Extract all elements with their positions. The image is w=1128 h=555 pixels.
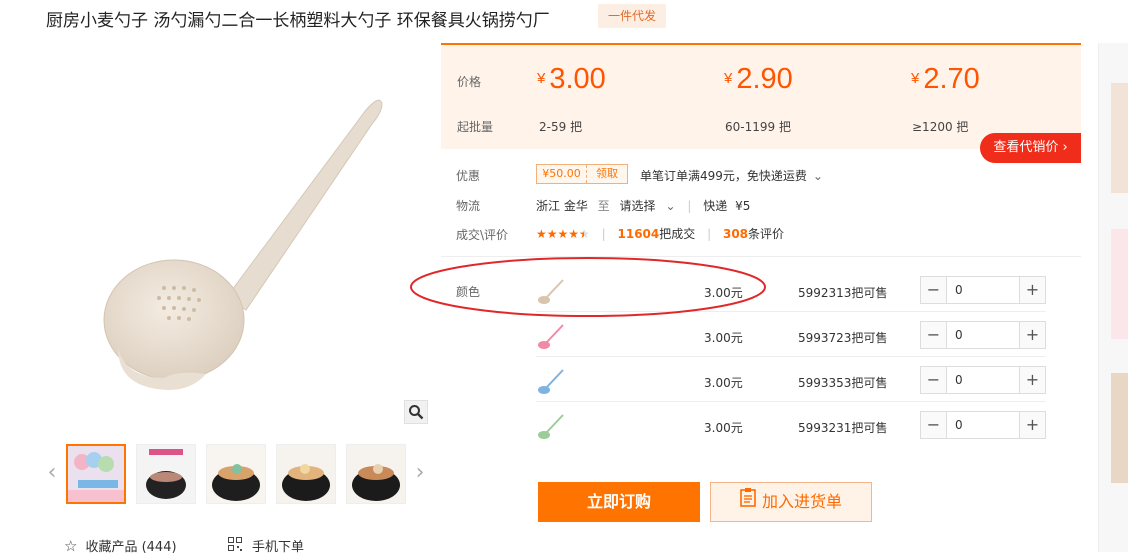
quantity-stepper[interactable]: − + xyxy=(920,411,1046,439)
sku-row: 3.00元 5993231把可售 − + xyxy=(536,403,1046,447)
tier-qty: 2-59 把 xyxy=(539,120,583,134)
reviews-count[interactable]: 308 xyxy=(723,227,748,241)
promo-label: 优惠 xyxy=(456,169,481,183)
rating-stars[interactable]: ★★★★★★ xyxy=(536,227,590,241)
mobile-order-button[interactable]: 手机下单 xyxy=(228,536,304,555)
sku-stock: 5993231把可售 xyxy=(798,421,888,435)
thumbnail[interactable] xyxy=(276,444,336,504)
coupon-claim-button[interactable]: 领取 xyxy=(587,165,627,183)
tier-qty: ≥1200 把 xyxy=(912,120,969,134)
orders-text: 把成交 xyxy=(659,227,696,241)
deals-info: ★★★★★★ | 11604把成交 | 308条评价 xyxy=(536,227,785,241)
minus-button[interactable]: − xyxy=(921,412,947,438)
plus-button[interactable]: + xyxy=(1019,412,1045,438)
minus-button[interactable]: − xyxy=(921,277,947,303)
product-main-image[interactable] xyxy=(46,48,430,432)
recommendation-thumbnail[interactable] xyxy=(1111,229,1128,339)
minus-button[interactable]: − xyxy=(921,322,947,348)
thumbnail[interactable] xyxy=(136,444,196,504)
coupon-value: ¥50.00 xyxy=(537,165,587,183)
quantity-input[interactable] xyxy=(947,277,1019,303)
logistics-label: 物流 xyxy=(456,199,481,213)
plus-button[interactable]: + xyxy=(1019,277,1045,303)
divider xyxy=(536,356,1046,357)
sku-color-swatch[interactable] xyxy=(536,366,566,396)
currency-symbol: ¥ xyxy=(724,70,733,87)
tier-price: ¥2.90 xyxy=(724,63,793,95)
sku-row: 3.00元 5993723把可售 − + xyxy=(536,313,1046,357)
promo-text[interactable]: 单笔订单满499元，免快递运费 ⌄ xyxy=(640,167,823,184)
quantity-input[interactable] xyxy=(947,412,1019,438)
chevron-down-icon: ⌄ xyxy=(812,169,823,183)
sku-color-swatch[interactable] xyxy=(536,411,566,441)
sku-color-swatch[interactable] xyxy=(536,321,566,351)
currency-symbol: ¥ xyxy=(537,70,546,87)
price-box: 价格 起批量 ¥3.00 ¥2.90 ¥2.70 2-59 把 60-1199 … xyxy=(441,43,1081,149)
currency-symbol: ¥ xyxy=(911,70,920,87)
view-dropship-price-button[interactable]: 查看代销价 › xyxy=(980,133,1081,163)
favorite-label: 收藏产品 (444) xyxy=(85,540,177,555)
thumbnail-prev-icon[interactable]: ‹ xyxy=(44,458,60,488)
shipping-method: 快递 xyxy=(703,199,728,213)
product-title: 厨房小麦勺子 汤勺漏勺二合一长柄塑料大勺子 环保餐具火锅捞勺厂 xyxy=(46,11,550,31)
reviews-text: 条评价 xyxy=(748,227,785,241)
thumbnail[interactable] xyxy=(66,444,126,504)
tier-price: ¥2.70 xyxy=(911,63,980,95)
sku-stock: 5993723把可售 xyxy=(798,331,888,345)
sku-stock: 5993353把可售 xyxy=(798,376,888,390)
recommendation-thumbnail[interactable] xyxy=(1111,373,1128,483)
sku-price: 3.00元 xyxy=(704,376,743,390)
chevron-down-icon: ⌄ xyxy=(665,199,676,213)
recommendation-strip xyxy=(1098,43,1128,552)
sku-stock: 5992313把可售 xyxy=(798,286,888,300)
quantity-stepper[interactable]: − + xyxy=(920,366,1046,394)
clipboard-icon xyxy=(740,483,756,521)
recommendation-thumbnail[interactable] xyxy=(1111,83,1128,193)
add-to-cart-label: 加入进货单 xyxy=(761,492,842,511)
quantity-input[interactable] xyxy=(947,322,1019,348)
sku-row: 3.00元 5993353把可售 − + xyxy=(536,358,1046,402)
price-label: 价格 xyxy=(457,75,482,89)
buy-now-button[interactable]: 立即订购 xyxy=(538,482,700,522)
minus-button[interactable]: − xyxy=(921,367,947,393)
zoom-icon[interactable] xyxy=(404,400,428,424)
tier-qty: 60-1199 把 xyxy=(725,120,791,134)
tier-price: ¥3.00 xyxy=(537,63,606,95)
quantity-input[interactable] xyxy=(947,367,1019,393)
sku-price: 3.00元 xyxy=(704,331,743,345)
thumbnail-next-icon[interactable]: › xyxy=(412,458,428,488)
thumbnail[interactable] xyxy=(346,444,406,504)
quantity-stepper[interactable]: − + xyxy=(920,321,1046,349)
coupon[interactable]: ¥50.00 领取 xyxy=(536,164,628,184)
logistics-info: 浙江 金华 至 请选择 ⌄ | 快递 ¥5 xyxy=(536,199,751,213)
favorite-button[interactable]: ☆ 收藏产品 (444) xyxy=(64,536,177,555)
sku-price: 3.00元 xyxy=(704,421,743,435)
thumbnail[interactable] xyxy=(206,444,266,504)
mobile-order-label: 手机下单 xyxy=(252,540,305,555)
deals-label: 成交\评价 xyxy=(456,228,509,242)
plus-button[interactable]: + xyxy=(1019,367,1045,393)
shipping-fee: ¥5 xyxy=(735,199,751,213)
quantity-stepper[interactable]: − + xyxy=(920,276,1046,304)
destination-select[interactable]: 请选择 ⌄ xyxy=(620,199,676,213)
add-to-cart-button[interactable]: 加入进货单 xyxy=(710,482,872,522)
to-text: 至 xyxy=(597,199,610,213)
plus-button[interactable]: + xyxy=(1019,322,1045,348)
orders-count: 11604 xyxy=(617,227,660,241)
highlight-annotation xyxy=(408,255,768,319)
origin: 浙江 金华 xyxy=(536,199,588,213)
divider xyxy=(536,401,1046,402)
dropship-tag[interactable]: 一件代发 xyxy=(598,4,666,28)
moq-label: 起批量 xyxy=(457,120,494,134)
